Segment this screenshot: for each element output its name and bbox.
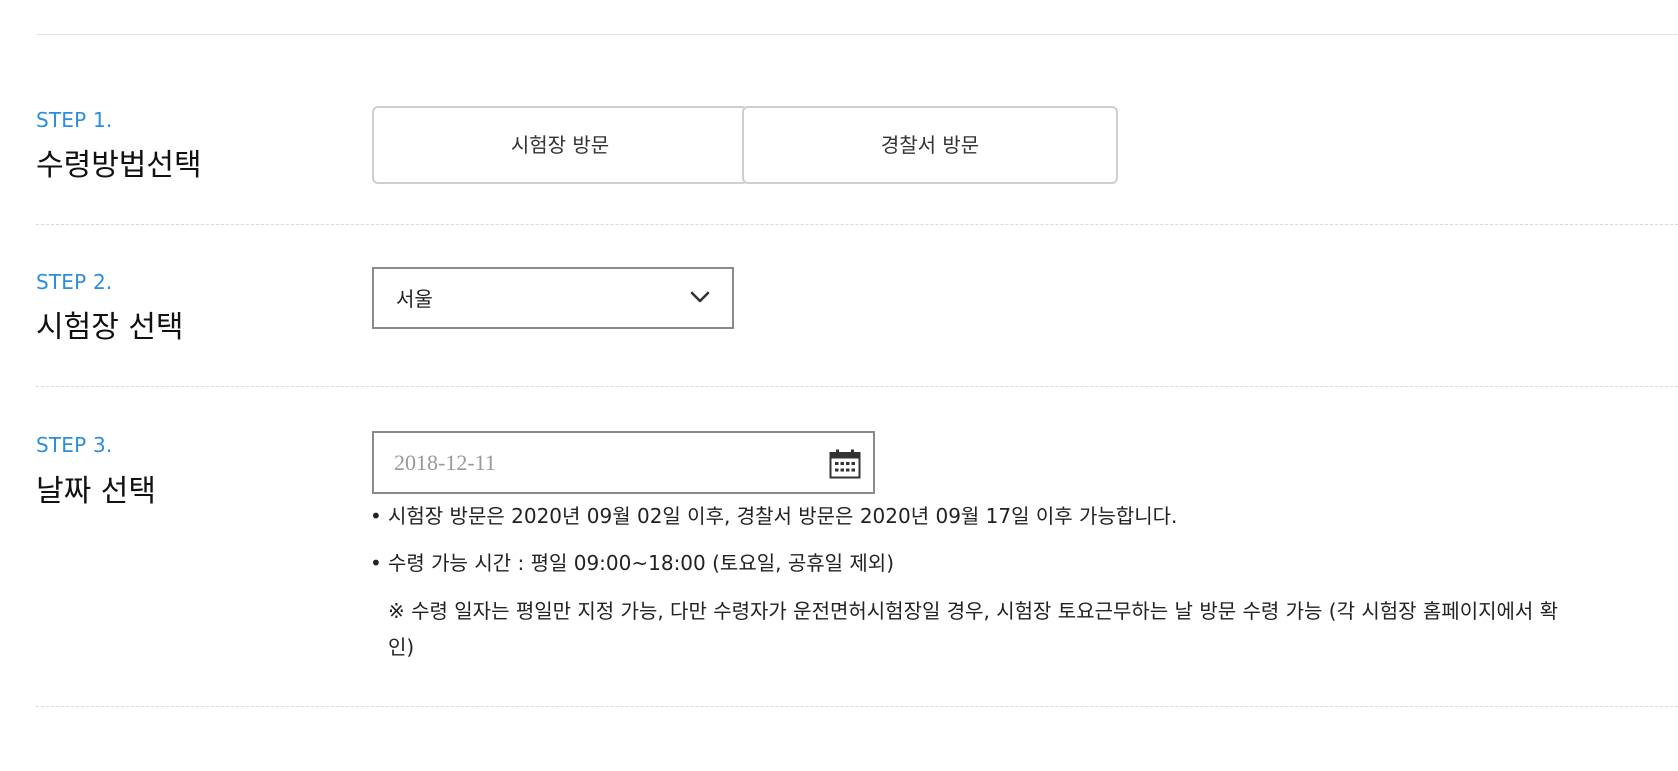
step-3-label: STEP 3.	[36, 433, 113, 457]
bottom-divider	[36, 706, 1678, 707]
note-available-dates: • 시험장 방문은 2020년 09월 02일 이후, 경찰서 방문은 2020…	[368, 500, 1668, 532]
step-1-label: STEP 1.	[36, 108, 113, 132]
note-saturday-exception: ※ 수령 일자는 평일만 지정 가능, 다만 수령자가 운전면허시험장일 경우,…	[388, 599, 1559, 659]
chevron-down-icon	[690, 291, 710, 303]
note-available-hours-text: 수령 가능 시간 : 평일 09:00~18:00 (토요일, 공휴일 제외)	[388, 551, 894, 575]
note-available-dates-text: 시험장 방문은 2020년 09월 02일 이후, 경찰서 방문은 2020년 …	[388, 504, 1178, 528]
step-3-title: 날짜 선택	[36, 474, 156, 509]
bullet: •	[370, 504, 382, 528]
receive-method-form: STEP 1. 수령방법선택 시험장 방문 경찰서 방문 STEP 2. 시험장…	[0, 0, 1678, 771]
receive-notes: • 시험장 방문은 2020년 09월 02일 이후, 경찰서 방문은 2020…	[368, 498, 1668, 665]
step-1-title: 수령방법선택	[36, 148, 202, 183]
visit-exam-center-button[interactable]: 시험장 방문	[372, 106, 748, 184]
bullet: •	[370, 551, 382, 575]
note-available-hours: • 수령 가능 시간 : 평일 09:00~18:00 (토요일, 공휴일 제외…	[368, 547, 1668, 579]
top-divider	[36, 34, 1678, 35]
step-2-title: 시험장 선택	[36, 310, 184, 345]
exam-center-selected-value: 서울	[396, 287, 433, 311]
step-divider	[36, 386, 1678, 387]
date-field	[372, 431, 875, 494]
date-input[interactable]	[394, 445, 814, 481]
step-divider	[36, 224, 1678, 225]
exam-center-select[interactable]: 서울	[372, 267, 734, 329]
step-2-label: STEP 2.	[36, 270, 113, 294]
calendar-icon[interactable]	[829, 449, 861, 479]
visit-police-station-button[interactable]: 경찰서 방문	[742, 106, 1118, 184]
